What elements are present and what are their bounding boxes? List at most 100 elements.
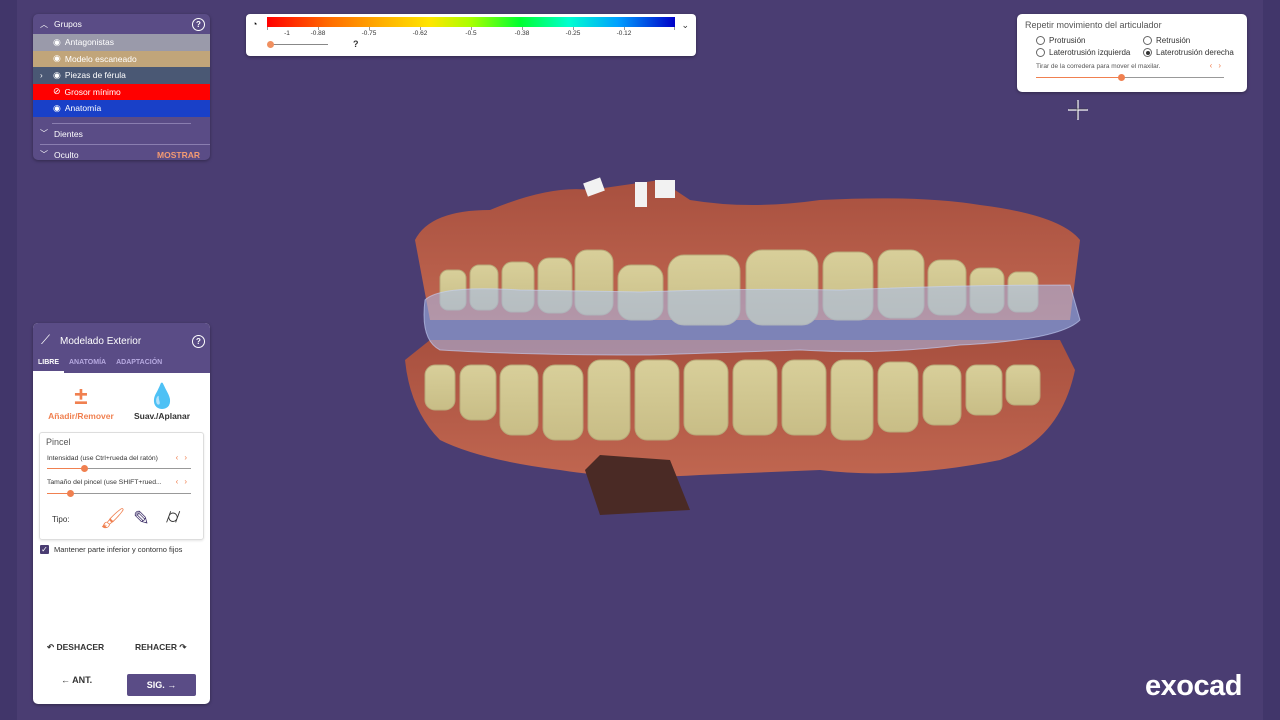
modelado-header: ⟋ Modelado Exterior ? LIBRE ANATOMÍA ADA…	[33, 323, 210, 373]
next-button[interactable]: SIG. →	[127, 674, 196, 696]
scale-value: -0.5	[465, 30, 477, 37]
modelado-title: Modelado Exterior	[60, 336, 142, 347]
articulator-hint: Tirar de la corredera para mover el maxi…	[1036, 63, 1161, 70]
previous-button[interactable]: ← ANT.	[61, 675, 92, 685]
keep-fixed-label: Mantener parte inferior y contorno fijos	[54, 545, 183, 554]
tab-libre[interactable]: LIBRE	[33, 356, 64, 373]
chevron-right-icon[interactable]: ›	[40, 71, 43, 80]
chevron-down-icon[interactable]: ⌄	[681, 20, 689, 31]
group-label: Antagonistas	[64, 37, 115, 48]
previous-label: ANT.	[72, 675, 93, 685]
radio-icon	[1143, 36, 1152, 45]
group-item-anatomia[interactable]: ◉ Anatomía	[33, 100, 210, 117]
radio-selected-icon	[1143, 48, 1152, 57]
dientes-label: Dientes	[54, 128, 83, 139]
eye-icon[interactable]: ◉	[53, 53, 61, 64]
checkbox-checked-icon[interactable]: ✓	[40, 545, 49, 554]
group-label: Anatomía	[64, 103, 102, 114]
add-remove-tool[interactable]: ± Añadir/Remover	[47, 383, 115, 422]
scale-value: -0.38	[514, 30, 530, 37]
scale-slider-handle[interactable]	[267, 41, 274, 48]
group-item-modelo-escaneado[interactable]: ◉ Modelo escaneado	[33, 50, 210, 67]
intensity-label: Intensidad (use Ctrl+rueda del ratón)	[47, 455, 158, 462]
scale-help-mark[interactable]: ?	[353, 39, 359, 49]
radio-laterotrusion-derecha[interactable]: Laterotrusión derecha	[1143, 48, 1234, 57]
groups-header[interactable]: ︿ Grupos ?	[33, 14, 210, 34]
radio-label: Laterotrusión izquierda	[1049, 48, 1131, 57]
color-gradient-bar	[267, 17, 675, 27]
brush-size-label: Tamaño del pincel (use SHIFT+rued...	[47, 479, 162, 486]
eye-icon[interactable]: ◉	[53, 103, 61, 114]
gauge-icon: ◔	[252, 19, 258, 29]
eye-icon[interactable]: ◉	[53, 37, 61, 48]
eye-icon[interactable]: ◉	[53, 70, 61, 81]
modelado-tabs: LIBRE ANATOMÍA ADAPTACIÓN	[33, 356, 167, 373]
group-oculto[interactable]: ﹀ Oculto MOSTRAR	[33, 145, 210, 161]
undo-label: DESHACER	[56, 642, 105, 652]
tab-anatomia[interactable]: ANATOMÍA	[64, 356, 111, 373]
scale-value: -0.75	[361, 30, 377, 37]
articulator-step-arrows[interactable]: ‹›	[1210, 61, 1227, 70]
groups-panel: ︿ Grupos ? ◉ Antagonistas ◉ Modelo escan…	[33, 14, 210, 160]
dental-3d-model[interactable]	[400, 170, 1090, 520]
scale-value: -0.12	[616, 30, 632, 37]
articulator-slider-handle[interactable]	[1118, 74, 1125, 81]
tipo-label: Tipo:	[52, 515, 70, 524]
arrow-right-icon: →	[167, 680, 177, 690]
undo-button[interactable]: ↶ DESHACER	[47, 642, 104, 653]
brush-size-slider-handle[interactable]	[66, 490, 74, 497]
scale-value: -0.25	[565, 30, 581, 37]
radio-icon	[1036, 36, 1045, 45]
fine-brush-icon[interactable]: ✎	[133, 506, 150, 531]
radio-protrusion[interactable]: Protrusión	[1036, 36, 1085, 45]
modelado-exterior-panel: ⟋ Modelado Exterior ? LIBRE ANATOMÍA ADA…	[33, 323, 210, 704]
redo-button[interactable]: REHACER ↷	[135, 642, 187, 653]
group-dientes[interactable]: ﹀ Dientes	[33, 124, 210, 144]
modelado-body: ± Añadir/Remover 💧 Suav./Aplanar Pincel …	[33, 373, 210, 704]
group-label: Piezas de férula	[64, 70, 126, 81]
groups-title: Grupos	[54, 19, 82, 29]
intensity-slider-fill	[47, 468, 85, 469]
radio-label: Laterotrusión derecha	[1156, 48, 1234, 57]
help-icon[interactable]: ?	[192, 335, 205, 348]
eye-off-icon[interactable]: ⊘	[53, 86, 61, 97]
radio-retrusion[interactable]: Retrusión	[1143, 36, 1190, 45]
undo-icon: ↶	[47, 642, 55, 652]
brush-size-step-arrows[interactable]: ‹›	[176, 477, 193, 486]
magic-wand-icon: ⟋	[41, 332, 51, 347]
scale-value: -0.62	[412, 30, 428, 37]
intensity-step-arrows[interactable]: ‹›	[176, 453, 193, 462]
droplet-icon: 💧	[147, 383, 177, 410]
articulator-slider-fill	[1036, 77, 1122, 78]
arrow-left-icon: ←	[61, 675, 70, 685]
exocad-logo: exocad	[1145, 670, 1242, 702]
right-edge	[1263, 0, 1280, 720]
chevron-down-icon: ﹀	[40, 129, 48, 138]
left-edge	[0, 0, 17, 720]
keep-fixed-checkbox[interactable]: ✓ Mantener parte inferior y contorno fij…	[40, 545, 182, 554]
help-icon[interactable]: ?	[192, 17, 205, 31]
tool-label: Añadir/Remover	[48, 411, 114, 421]
chevron-down-icon: ﹀	[40, 150, 48, 159]
tool-label: Suav./Aplanar	[133, 411, 191, 421]
group-label: Modelo escaneado	[64, 53, 137, 64]
radio-laterotrusion-izquierda[interactable]: Laterotrusión izquierda	[1036, 48, 1130, 57]
scale-value: -1	[284, 30, 290, 37]
oculto-label: Oculto	[54, 149, 79, 160]
mostrar-button[interactable]: MOSTRAR	[157, 150, 200, 160]
tab-adaptacion[interactable]: ADAPTACIÓN	[111, 356, 167, 373]
group-item-piezas-ferula[interactable]: › ◉ Piezas de férula	[33, 67, 210, 84]
scale-slider-track[interactable]	[268, 44, 328, 45]
group-item-antagonistas[interactable]: ◉ Antagonistas	[33, 34, 210, 51]
cylinder-icon[interactable]: ⌭	[166, 506, 180, 529]
plus-minus-icon: ±	[74, 383, 88, 410]
intensity-slider-handle[interactable]	[80, 465, 88, 472]
crosshair-cursor-icon	[1068, 100, 1088, 120]
brush-settings: Pincel Intensidad (use Ctrl+rueda del ra…	[39, 432, 204, 540]
group-item-grosor-minimo[interactable]: ⊘ Grosor mínimo	[33, 83, 210, 100]
pincel-title: Pincel	[46, 437, 71, 447]
smooth-flatten-tool[interactable]: 💧 Suav./Aplanar	[131, 383, 193, 422]
paint-brush-icon[interactable]: 🖌	[100, 506, 125, 531]
next-label: SIG.	[146, 680, 165, 690]
group-label: Grosor mínimo	[64, 86, 121, 97]
